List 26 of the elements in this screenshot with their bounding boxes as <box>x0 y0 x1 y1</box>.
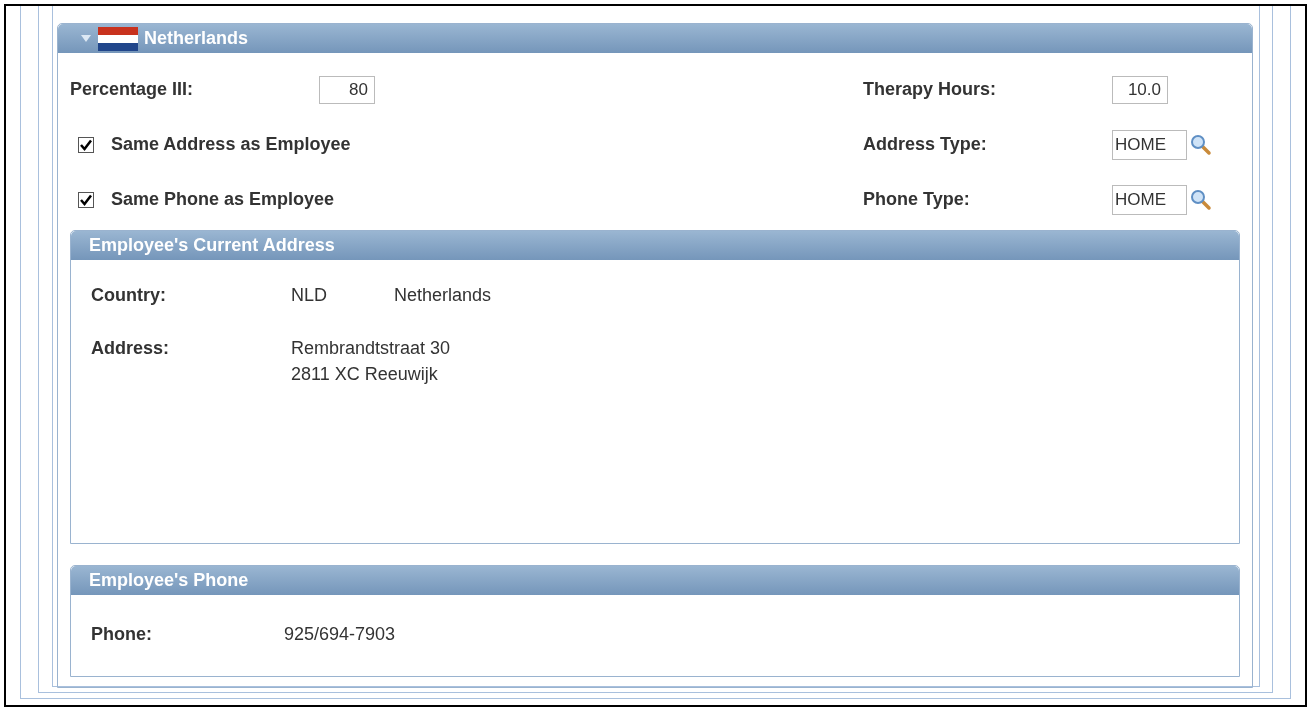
search-icon[interactable] <box>1190 133 1212 156</box>
section-title: Netherlands <box>144 27 249 50</box>
input-field[interactable]: HOME <box>1112 129 1187 160</box>
input-field[interactable]: 80 <box>319 75 375 104</box>
input-field[interactable]: HOME <box>1112 184 1187 215</box>
address-line: 2811 XC Reeuwijk <box>291 363 439 386</box>
field-label: Phone: <box>91 623 153 646</box>
search-icon[interactable] <box>1190 188 1212 211</box>
phone-number: 925/694-7903 <box>284 623 396 646</box>
country-name: Netherlands <box>394 284 492 307</box>
field-label: Phone Type: <box>863 188 971 211</box>
checkbox[interactable] <box>78 191 94 208</box>
field-label: Address Type: <box>863 133 988 156</box>
input-field[interactable]: 10.0 <box>1112 75 1168 104</box>
field-label: Percentage III: <box>70 78 195 101</box>
checkbox[interactable] <box>78 136 94 153</box>
section-title: Employee's Current Address <box>89 234 335 257</box>
checkbox-label: Same Address as Employee <box>111 133 351 156</box>
field-label: Address: <box>91 337 171 360</box>
address-line: Rembrandtstraat 30 <box>291 337 451 360</box>
section-title: Employee's Phone <box>89 569 249 592</box>
checkbox-label: Same Phone as Employee <box>111 188 335 211</box>
field-label: Therapy Hours: <box>863 78 998 101</box>
flag-icon <box>98 26 138 51</box>
country-code: NLD <box>291 284 328 307</box>
field-label: Country: <box>91 284 167 307</box>
